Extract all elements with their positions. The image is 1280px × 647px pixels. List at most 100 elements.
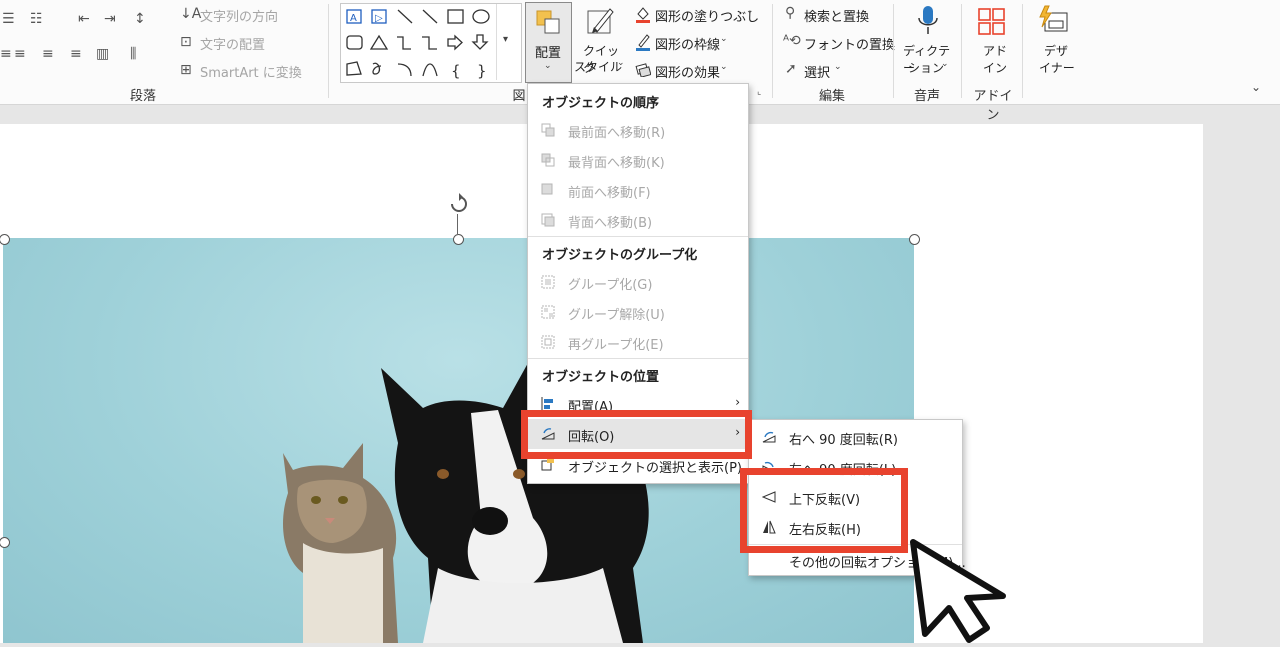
microphone-icon [918, 6, 938, 34]
menu-divider [528, 358, 748, 359]
designer-button[interactable]: デザ イナー [1027, 2, 1083, 81]
rotate-right-90-item[interactable]: 右へ 90 度回転(R) [749, 422, 962, 452]
bring-to-front-item[interactable]: 最前面へ移動(R) [528, 115, 748, 145]
increase-indent-icon[interactable]: ⇥ [104, 11, 116, 27]
menu-divider [528, 236, 748, 237]
chevron-down-icon: ⌄ [617, 58, 625, 68]
send-to-back-label: 最背面へ移動(K) [568, 156, 665, 171]
align-center-icon[interactable]: ≡ [14, 46, 26, 62]
rotate-handle-icon[interactable] [447, 192, 471, 216]
columns-icon[interactable]: ⫼ [130, 46, 136, 62]
bring-forward-label: 前面へ移動(F) [568, 186, 651, 201]
select-arrow-icon[interactable]: ➚ [785, 61, 797, 77]
addins-group-label: アドイン [973, 89, 1013, 123]
dialog-launcher-icon[interactable]: ⌞ [757, 87, 761, 97]
shapes-gallery[interactable]: A ▷ { } [340, 3, 522, 83]
chevron-down-icon: ⌄ [544, 61, 552, 71]
arrange-button[interactable]: 配置 ⌄ [525, 2, 572, 83]
svg-text:}: } [477, 62, 487, 80]
addins-button[interactable]: アド イン [966, 2, 1018, 81]
bullets-icon[interactable]: ☰ [2, 11, 15, 27]
distribute-icon[interactable]: ▥ [96, 46, 109, 62]
position-header: オブジェクトの位置 [542, 370, 660, 385]
shape-fill-button[interactable]: 図形の塗りつぶし [655, 6, 759, 25]
font-replace-icon[interactable]: ᴬ⟲ [783, 33, 801, 49]
send-to-back-icon [541, 153, 555, 167]
quick-styles-button[interactable]: クイック スタイル ⌄ [573, 2, 627, 81]
shapes-gallery-icons: A ▷ { } [346, 9, 490, 80]
group-divider [893, 4, 894, 98]
send-to-back-item[interactable]: 最背面へ移動(K) [528, 145, 748, 175]
regroup-item[interactable]: 再グループ化(E) [528, 327, 748, 357]
group-divider [961, 4, 962, 98]
ribbon-collapse-chevron-icon[interactable]: ⌄ [1251, 80, 1261, 94]
bring-to-front-label: 最前面へ移動(R) [568, 126, 666, 141]
designer-label-2: イナー [1039, 61, 1075, 75]
designer-icon [1039, 5, 1068, 32]
shape-effects-icon[interactable] [635, 61, 652, 81]
ungroup-item[interactable]: グループ解除(U) [528, 297, 748, 327]
group-divider [772, 4, 773, 98]
chevron-down-icon: ⌄ [941, 59, 949, 69]
svg-text:A: A [350, 13, 357, 24]
svg-text:▷: ▷ [375, 13, 383, 24]
regroup-label: 再グループ化(E) [568, 338, 664, 353]
flip-highlight-box [740, 468, 908, 553]
group-divider [328, 4, 329, 98]
text-direction-button[interactable]: 文字列の方向 [200, 6, 278, 25]
svg-text:{: { [451, 62, 461, 80]
align-text-icon[interactable]: ⊡ [180, 34, 192, 50]
search-icon[interactable]: ⚲ [785, 5, 795, 21]
send-backward-icon [541, 213, 555, 227]
send-backward-label: 背面へ移動(B) [568, 216, 653, 231]
addins-label-2: イン [983, 61, 1008, 75]
mouse-pointer-icon [905, 536, 1015, 643]
bring-forward-icon [541, 183, 555, 197]
quick-styles-icon [587, 8, 614, 34]
addins-label-1: アド [983, 44, 1008, 58]
smartart-button[interactable]: SmartArt に変換 [200, 62, 302, 81]
paragraph-group-label: 段落 [129, 89, 156, 104]
addins-icon [978, 8, 1005, 35]
justify-icon[interactable]: ≡ [70, 46, 82, 62]
rotate-right-icon [762, 430, 776, 444]
designer-label-1: デザ [1044, 44, 1069, 58]
align-right-icon[interactable]: ≡ [42, 46, 54, 62]
shape-outline-button[interactable]: 図形の枠線 [655, 34, 720, 53]
numbering-icon[interactable]: ☷ [30, 11, 43, 27]
shapes-gallery-more-button[interactable]: ▾ [496, 4, 519, 80]
shape-effects-button[interactable]: 図形の効果 [655, 62, 720, 81]
bring-forward-item[interactable]: 前面へ移動(F) [528, 175, 748, 205]
find-replace-button[interactable]: 検索と置換 [804, 6, 869, 25]
smartart-icon[interactable]: ⊞ [180, 62, 192, 78]
decrease-indent-icon[interactable]: ⇤ [78, 11, 90, 27]
line-spacing-icon[interactable]: ↕ [134, 11, 146, 27]
chevron-right-icon: › [735, 395, 740, 409]
quick-styles-label-2: スタイル [574, 60, 623, 74]
align-left-icon[interactable]: ≡ [0, 46, 12, 62]
group-icon [541, 275, 555, 289]
dictate-button[interactable]: ディクテー ション ⌄ [899, 2, 957, 81]
bring-to-front-icon [541, 123, 555, 137]
order-header: オブジェクトの順序 [542, 96, 660, 111]
align-icon [541, 397, 555, 411]
chevron-down-icon: ⌄ [834, 62, 842, 72]
shape-outline-icon[interactable] [635, 33, 651, 55]
group-header: オブジェクトのグループ化 [542, 248, 698, 263]
send-backward-item[interactable]: 背面へ移動(B) [528, 205, 748, 235]
group-item[interactable]: グループ化(G) [528, 267, 748, 297]
ungroup-label: グループ解除(U) [568, 308, 665, 323]
align-text-button[interactable]: 文字の配置 [200, 34, 265, 53]
gallery-more-icon: ▾ [503, 34, 509, 45]
regroup-icon [541, 335, 555, 349]
select-button[interactable]: 選択 [804, 62, 830, 81]
text-direction-icon[interactable]: ↓A [180, 6, 201, 22]
voice-group-label: 音声 [913, 89, 940, 104]
rotate-highlight-box [521, 410, 752, 459]
font-replace-button[interactable]: フォントの置換 [804, 34, 895, 53]
chevron-down-icon: ⌄ [720, 34, 728, 44]
resize-handle-top-center[interactable] [453, 234, 464, 245]
editing-group-label: 編集 [818, 89, 845, 104]
resize-handle-top-right[interactable] [909, 234, 920, 245]
shape-fill-icon[interactable] [635, 5, 651, 27]
